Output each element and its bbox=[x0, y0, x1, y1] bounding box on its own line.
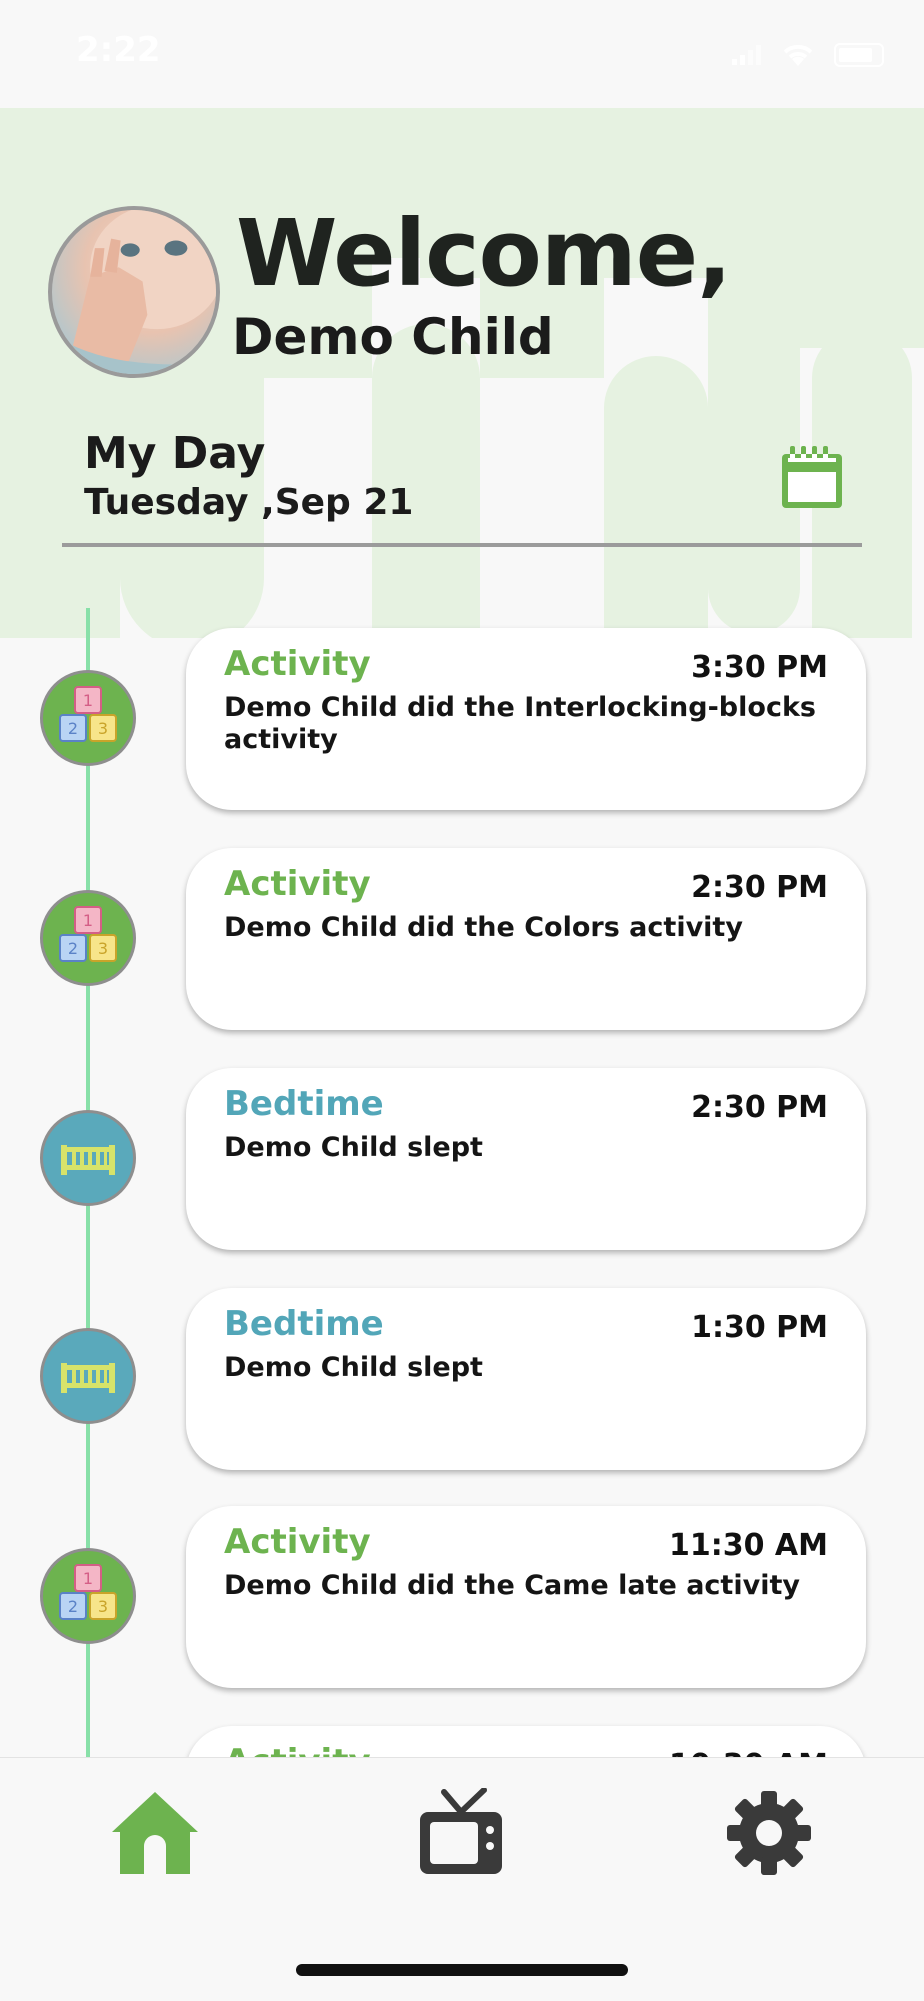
timeline-card[interactable]: Activity 2:30 PM Demo Child did the Colo… bbox=[186, 848, 866, 1030]
gear-icon bbox=[727, 1791, 811, 1875]
status-time: 2:22 bbox=[76, 30, 161, 70]
child-name: Demo Child bbox=[232, 308, 554, 366]
svg-text:3: 3 bbox=[98, 719, 108, 738]
card-type: Bedtime bbox=[224, 1304, 384, 1344]
card-time: 1:30 PM bbox=[691, 1310, 828, 1345]
card-description: Demo Child did the Colors activity bbox=[224, 912, 743, 943]
cellular-signal-icon bbox=[732, 45, 761, 65]
tv-icon bbox=[420, 1787, 502, 1874]
status-bar: 2:22 bbox=[0, 0, 924, 108]
child-photo bbox=[52, 210, 216, 374]
card-description: Demo Child did the Came late activity bbox=[224, 1570, 800, 1601]
nav-home-button[interactable] bbox=[110, 1788, 200, 1878]
my-day-title: My Day bbox=[84, 428, 266, 479]
timeline-card[interactable]: Bedtime 1:30 PM Demo Child slept bbox=[186, 1288, 866, 1470]
home-icon bbox=[112, 1792, 198, 1874]
status-icons bbox=[732, 42, 884, 68]
blocks-icon: 1 2 3 bbox=[40, 1548, 136, 1644]
calendar-button[interactable] bbox=[782, 446, 842, 508]
welcome-heading: Welcome, bbox=[236, 200, 732, 307]
svg-text:3: 3 bbox=[98, 1597, 108, 1616]
wifi-icon bbox=[783, 44, 813, 66]
card-description: Demo Child slept bbox=[224, 1352, 483, 1383]
timeline-card[interactable]: Activity 3:30 PM Demo Child did the Inte… bbox=[186, 628, 866, 810]
card-type: Activity bbox=[224, 644, 371, 684]
svg-text:1: 1 bbox=[83, 1569, 93, 1588]
svg-text:3: 3 bbox=[98, 939, 108, 958]
card-type: Activity bbox=[224, 1522, 371, 1562]
card-description: Demo Child slept bbox=[224, 1132, 483, 1163]
nav-settings-button[interactable] bbox=[724, 1788, 814, 1878]
svg-text:2: 2 bbox=[68, 719, 78, 738]
battery-icon bbox=[834, 43, 884, 67]
card-time: 11:30 AM bbox=[668, 1528, 828, 1563]
crib-icon bbox=[40, 1110, 136, 1206]
crib-icon bbox=[40, 1328, 136, 1424]
card-time: 3:30 PM bbox=[691, 650, 828, 685]
blocks-icon: 1 2 3 bbox=[40, 670, 136, 766]
card-type: Bedtime bbox=[224, 1084, 384, 1124]
child-avatar[interactable] bbox=[48, 206, 220, 378]
svg-text:2: 2 bbox=[68, 1597, 78, 1616]
card-type: Activity bbox=[224, 864, 371, 904]
svg-text:1: 1 bbox=[83, 911, 93, 930]
my-day-date: Tuesday ,Sep 21 bbox=[84, 482, 414, 523]
card-time: 2:30 PM bbox=[691, 870, 828, 905]
timeline-card[interactable]: Bedtime 2:30 PM Demo Child slept bbox=[186, 1068, 866, 1250]
card-time: 2:30 PM bbox=[691, 1090, 828, 1125]
nav-tv-button[interactable] bbox=[416, 1787, 506, 1878]
calendar-icon bbox=[782, 446, 842, 508]
blocks-icon: 1 2 3 bbox=[40, 890, 136, 986]
svg-text:1: 1 bbox=[83, 691, 93, 710]
svg-text:2: 2 bbox=[68, 939, 78, 958]
card-description: Demo Child did the Interlocking-blocks a… bbox=[224, 692, 816, 755]
header-divider bbox=[62, 543, 862, 547]
home-indicator[interactable] bbox=[296, 1964, 628, 1976]
timeline-card[interactable]: Activity 11:30 AM Demo Child did the Cam… bbox=[186, 1506, 866, 1688]
